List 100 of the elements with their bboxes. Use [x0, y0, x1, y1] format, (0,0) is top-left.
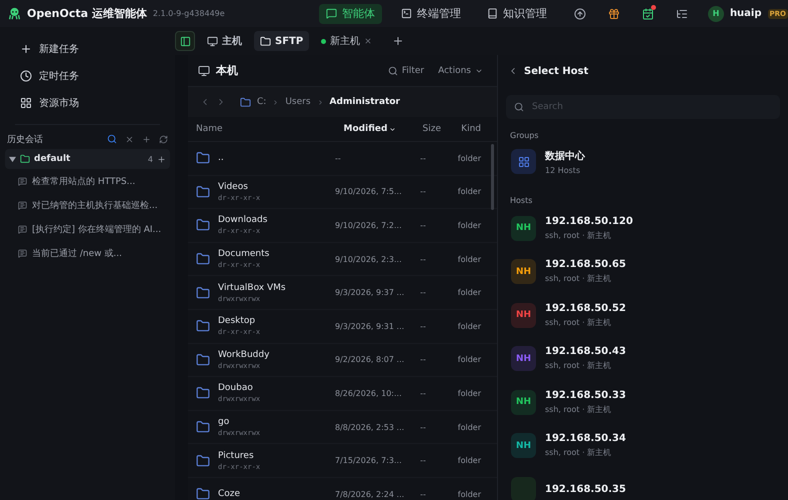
- section-title: 历史会话: [7, 134, 44, 146]
- column-header[interactable]: Modified: [335, 124, 405, 134]
- kind-cell-text: folder: [456, 388, 481, 398]
- breadcrumb-item[interactable]: Administrator: [330, 97, 400, 107]
- kind-cell-text: folder: [456, 288, 481, 298]
- size-cell-text: --: [419, 288, 427, 298]
- sidebar-item[interactable]: 定时任务: [5, 62, 170, 89]
- host-ip: 192.168.50.34: [545, 433, 626, 444]
- session-item[interactable]: [执行约定] 你在终端管理的 AI...: [5, 217, 170, 241]
- agent-icon: [326, 8, 337, 19]
- modified-cell: 7/8/2026, 2:24 ...: [335, 490, 405, 499]
- column-header[interactable]: Size: [405, 124, 441, 134]
- sidebar-item[interactable]: 新建任务: [5, 35, 170, 62]
- search-icon[interactable]: [107, 134, 117, 144]
- breadcrumb-item[interactable]: Users: [285, 97, 311, 107]
- monitor-icon: [198, 64, 210, 76]
- size-cell-text: --: [419, 456, 427, 466]
- host-ip: 192.168.50.33: [545, 390, 626, 401]
- host-detail: ssh, root · 新主机: [545, 230, 612, 241]
- host-item[interactable]: NH 192.168.50.34 ssh, root · 新主机: [498, 424, 788, 468]
- sidebar-toggle-button[interactable]: [175, 31, 195, 51]
- host-item[interactable]: NH 192.168.50.52 ssh, root · 新主机: [498, 294, 788, 337]
- host-initials: NH: [516, 397, 532, 408]
- host-detail: ssh, root · 新主机: [545, 404, 612, 415]
- column-header[interactable]: Name: [196, 124, 335, 134]
- search-field[interactable]: Search: [506, 95, 780, 119]
- group-item[interactable]: 数据中心 12 Hosts: [498, 140, 788, 184]
- filter-button[interactable]: Filter: [384, 66, 428, 76]
- host-item[interactable]: NH 192.168.50.43 ssh, root · 新主机: [498, 337, 788, 380]
- collapse-icon[interactable]: [125, 134, 134, 144]
- user-avatar[interactable]: H: [708, 6, 724, 22]
- nav-tab[interactable]: 终端管理: [394, 4, 468, 24]
- modified-cell-text: 7/15/2026, 7:3...: [335, 456, 403, 466]
- chat-icon: [18, 200, 27, 210]
- modified-cell-text: 8/26/2026, 10:...: [335, 388, 403, 398]
- folder-icon: [196, 386, 210, 400]
- folder-item[interactable]: default 4: [5, 149, 170, 169]
- breadcrumb-item[interactable]: C:: [257, 97, 266, 107]
- plus-icon[interactable]: [142, 134, 151, 144]
- session-item[interactable]: 当前已通过 /new 或...: [5, 241, 170, 265]
- nav-tab[interactable]: 知识管理: [480, 4, 554, 24]
- host-initials: NH: [516, 266, 532, 277]
- modified-cell: 9/3/2026, 9:37 ...: [335, 288, 405, 298]
- host-item[interactable]: NH 192.168.50.120 ssh, root · 新主机: [498, 206, 788, 250]
- modified-cell-text: 9/10/2026, 2:3...: [335, 254, 403, 264]
- kind-cell-text: folder: [456, 254, 481, 264]
- monitor-icon: [207, 36, 218, 46]
- refresh-icon[interactable]: [159, 134, 168, 144]
- tab[interactable]: 主机: [201, 31, 248, 51]
- size-cell-text: --: [419, 254, 427, 264]
- host-item[interactable]: 192.168.50.35: [498, 468, 788, 500]
- file-name: WorkBuddy: [218, 350, 270, 360]
- clock-icon: [20, 70, 32, 82]
- host-item[interactable]: NH 192.168.50.33 ssh, root · 新主机: [498, 380, 788, 424]
- sidebar-item[interactable]: 资源市场: [5, 89, 170, 116]
- app-name: OpenOcta 运维智能体: [27, 6, 147, 21]
- chat-icon: [18, 176, 27, 186]
- terminal-icon: [400, 8, 412, 19]
- kind-cell-text: folder: [456, 220, 481, 230]
- folder-icon: [196, 286, 210, 300]
- size-cell-text: --: [419, 187, 427, 196]
- folder-icon: [196, 319, 210, 334]
- session-item[interactable]: 检查常用站点的 HTTPS...: [5, 169, 170, 193]
- host-detail: ssh, root · 新主机: [545, 360, 612, 372]
- plus-icon[interactable]: [157, 154, 166, 164]
- kind-cell-text: folder: [456, 355, 481, 364]
- size-cell-text: --: [419, 388, 427, 398]
- actions-button[interactable]: Actions: [434, 66, 487, 76]
- modified-cell: 9/2/2026, 8:07 ...: [335, 355, 405, 364]
- file-row[interactable]: .. -- -- folder: [188, 142, 497, 176]
- modified-cell: 9/3/2026, 9:31 ...: [335, 322, 405, 331]
- nav-tab[interactable]: 智能体: [318, 4, 382, 24]
- tab[interactable]: SFTP: [254, 31, 310, 51]
- folder-icon: [196, 454, 210, 468]
- host-initials: NH: [516, 310, 532, 320]
- host-detail: ssh, root · 新主机: [545, 273, 612, 284]
- file-name: Desktop: [218, 316, 256, 326]
- modified-cell-text: --: [335, 154, 342, 163]
- size-cell-text: --: [419, 490, 427, 499]
- folder-icon: [196, 252, 210, 266]
- folder-icon: [260, 36, 271, 46]
- host-initials: NH: [516, 440, 532, 451]
- size-cell-text: --: [419, 220, 427, 230]
- folder-name: default: [34, 154, 72, 164]
- session-item[interactable]: 对已纳管的主机执行基础巡检...: [5, 193, 170, 217]
- panel-title: Select Host: [524, 66, 590, 76]
- column-header[interactable]: Kind: [441, 124, 481, 134]
- file-row[interactable]: Coze 7/8/2026, 2:24 ... -- folder: [188, 478, 497, 500]
- close-icon[interactable]: [364, 37, 372, 45]
- separator-icon: [272, 98, 280, 106]
- scrollbar[interactable]: [491, 144, 494, 210]
- host-item[interactable]: NH 192.168.50.65 ssh, root · 新主机: [498, 250, 788, 294]
- host-ip: 192.168.50.120: [545, 216, 633, 227]
- search-input[interactable]: Search: [530, 101, 772, 113]
- tab[interactable]: 新主机: [315, 31, 378, 51]
- session-count: 4: [148, 154, 153, 164]
- modified-cell: 8/8/2026, 2:53 ...: [335, 422, 405, 432]
- size-cell-text: --: [419, 355, 427, 364]
- folder-icon: [20, 154, 30, 164]
- grid-icon: [20, 96, 32, 108]
